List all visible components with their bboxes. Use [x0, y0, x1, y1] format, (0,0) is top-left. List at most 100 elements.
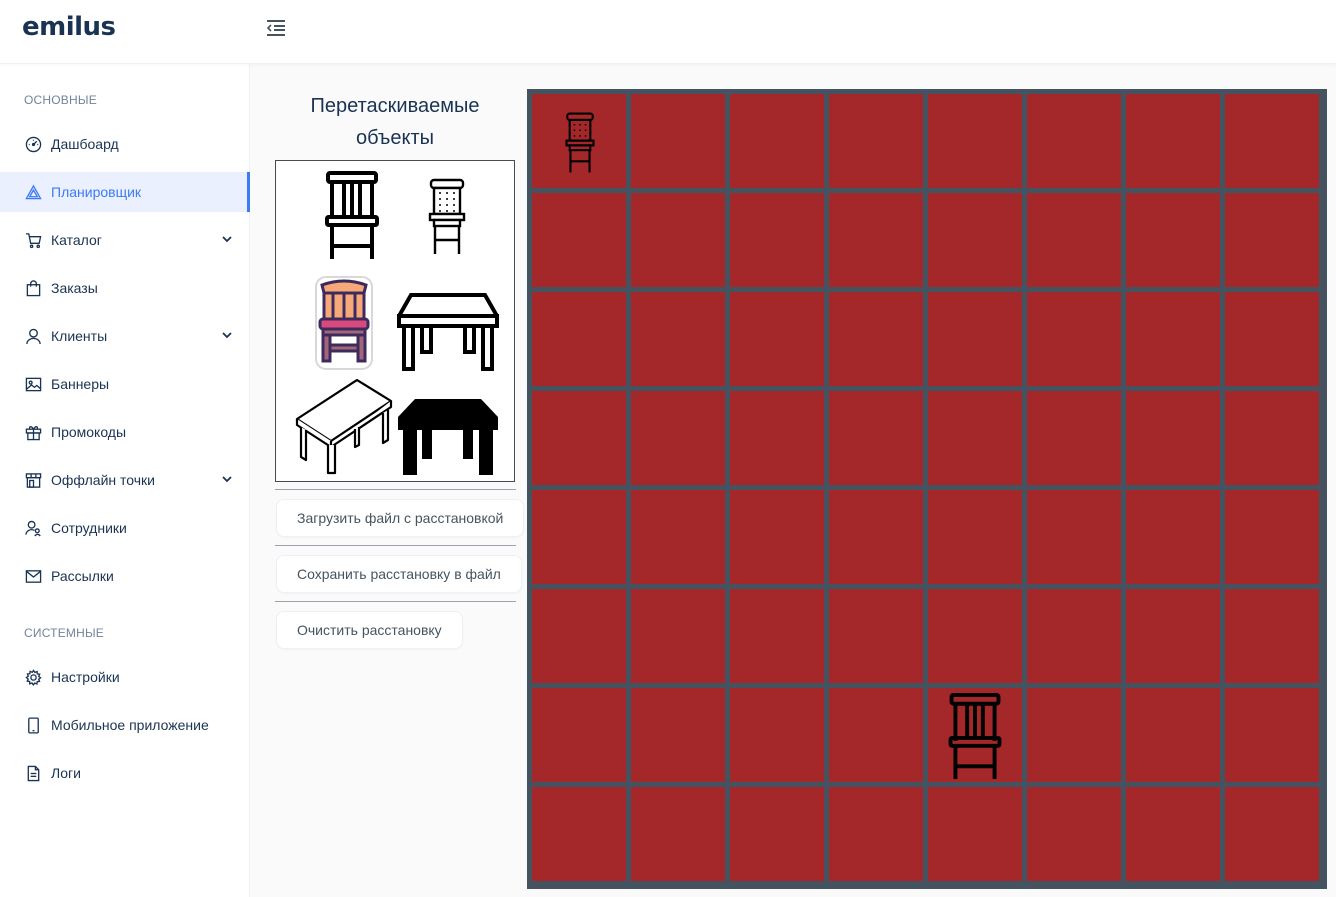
grid-cell[interactable] [730, 292, 824, 386]
chevron-down-icon[interactable] [220, 328, 234, 342]
grid-cell[interactable] [1225, 193, 1319, 287]
grid-cell[interactable] [1027, 787, 1121, 881]
sidebar-item-label: Мобильное приложение [51, 717, 209, 733]
grid-cell[interactable] [1225, 688, 1319, 782]
grid-cell[interactable] [730, 391, 824, 485]
grid-cell[interactable] [1225, 292, 1319, 386]
header: emilus [0, 0, 1336, 64]
grid-cell[interactable] [1126, 589, 1220, 683]
grid-cell[interactable] [829, 292, 923, 386]
sidebar-item-banners[interactable]: Баннеры [0, 364, 250, 404]
grid-cell[interactable] [631, 94, 725, 188]
grid-cell[interactable] [928, 94, 1022, 188]
grid-cell[interactable] [829, 193, 923, 287]
grid-cell[interactable] [631, 490, 725, 584]
grid-cell[interactable] [631, 787, 725, 881]
sidebar-item-offline-points[interactable]: Оффлайн точки [0, 460, 250, 500]
grid-cell[interactable] [1027, 688, 1121, 782]
image-icon [24, 375, 42, 393]
grid-cell[interactable] [631, 391, 725, 485]
chevron-down-icon[interactable] [220, 232, 234, 246]
grid-cell[interactable] [928, 787, 1022, 881]
sidebar-item-orders[interactable]: Заказы [0, 268, 250, 308]
load-layout-button[interactable]: Загрузить файл с расстановкой [276, 499, 525, 537]
grid-cell[interactable] [928, 688, 1022, 782]
grid-cell[interactable] [1027, 193, 1121, 287]
grid-cell[interactable] [1126, 688, 1220, 782]
grid-cell[interactable] [829, 787, 923, 881]
grid-cell[interactable] [730, 193, 824, 287]
colored-chair-icon[interactable] [314, 275, 374, 376]
grid-cell[interactable] [1225, 391, 1319, 485]
grid-cell[interactable] [1126, 787, 1220, 881]
menu-fold-icon[interactable] [262, 14, 290, 42]
sidebar-item-catalog[interactable]: Каталог [0, 220, 250, 260]
grid-cell[interactable] [1027, 94, 1121, 188]
grid-cell[interactable] [1225, 787, 1319, 881]
planner-icon [24, 183, 42, 201]
sidebar-item-clients[interactable]: Клиенты [0, 316, 250, 356]
grid-cell[interactable] [1027, 292, 1121, 386]
sidebar-item-employees[interactable]: Сотрудники [0, 508, 250, 548]
grid-cell[interactable] [1126, 94, 1220, 188]
sidebar-item-logs[interactable]: Логи [0, 753, 250, 793]
grid-cell[interactable] [928, 193, 1022, 287]
logo[interactable]: emilus [22, 12, 116, 42]
grid-cell[interactable] [1126, 292, 1220, 386]
grid-cell[interactable] [928, 391, 1022, 485]
sidebar-item-mobile-app[interactable]: Мобильное приложение [0, 705, 250, 745]
grid-cell[interactable] [532, 589, 626, 683]
sidebar-group-title-main: ОСНОВНЫЕ [24, 93, 97, 107]
grid-cell[interactable] [1126, 490, 1220, 584]
grid-cell[interactable] [928, 292, 1022, 386]
grid-cell[interactable] [532, 292, 626, 386]
sidebar-item-mailings[interactable]: Рассылки [0, 556, 250, 596]
grid-cell[interactable] [1225, 490, 1319, 584]
perspective-table-icon[interactable] [295, 377, 393, 480]
wooden-chair-icon[interactable] [947, 692, 1003, 787]
sidebar-item-settings[interactable]: Настройки [0, 657, 250, 697]
clear-layout-button[interactable]: Очистить расстановку [276, 611, 463, 649]
grid-cell[interactable] [730, 688, 824, 782]
sidebar-group-title-system: СИСТЕМНЫЕ [24, 626, 104, 640]
grid-cell[interactable] [730, 490, 824, 584]
grid-cell[interactable] [631, 193, 725, 287]
grid-cell[interactable] [1225, 589, 1319, 683]
grid-cell[interactable] [631, 688, 725, 782]
grid-cell[interactable] [1225, 94, 1319, 188]
grid-cell[interactable] [928, 589, 1022, 683]
grid-cell[interactable] [829, 94, 923, 188]
perforated-chair-icon[interactable] [560, 112, 600, 179]
grid-cell[interactable] [829, 490, 923, 584]
grid-cell[interactable] [532, 688, 626, 782]
grid-cell[interactable] [1126, 391, 1220, 485]
grid-cell[interactable] [730, 787, 824, 881]
grid-cell[interactable] [829, 589, 923, 683]
grid-cell[interactable] [1027, 391, 1121, 485]
sidebar-item-promocodes[interactable]: Промокоды [0, 412, 250, 452]
sidebar-item-planner[interactable]: Планировщик [0, 172, 250, 212]
perforated-chair-icon[interactable] [428, 178, 466, 261]
grid-cell[interactable] [1027, 589, 1121, 683]
outline-table-icon[interactable] [395, 292, 501, 377]
grid-cell[interactable] [829, 391, 923, 485]
grid-cell[interactable] [532, 94, 626, 188]
grid-cell[interactable] [532, 787, 626, 881]
solid-table-icon[interactable] [397, 397, 499, 482]
grid-cell[interactable] [730, 589, 824, 683]
sidebar-item-dashboard[interactable]: Дашбоард [0, 124, 250, 164]
sidebar-item-label: Заказы [51, 280, 98, 296]
grid-cell[interactable] [532, 193, 626, 287]
grid-cell[interactable] [1126, 193, 1220, 287]
grid-cell[interactable] [631, 292, 725, 386]
wooden-chair-icon[interactable] [324, 170, 380, 267]
grid-cell[interactable] [928, 490, 1022, 584]
grid-cell[interactable] [631, 589, 725, 683]
grid-cell[interactable] [829, 688, 923, 782]
save-layout-button[interactable]: Сохранить расстановку в файл [276, 555, 522, 593]
chevron-down-icon[interactable] [220, 472, 234, 486]
grid-cell[interactable] [730, 94, 824, 188]
grid-cell[interactable] [532, 391, 626, 485]
grid-cell[interactable] [532, 490, 626, 584]
grid-cell[interactable] [1027, 490, 1121, 584]
